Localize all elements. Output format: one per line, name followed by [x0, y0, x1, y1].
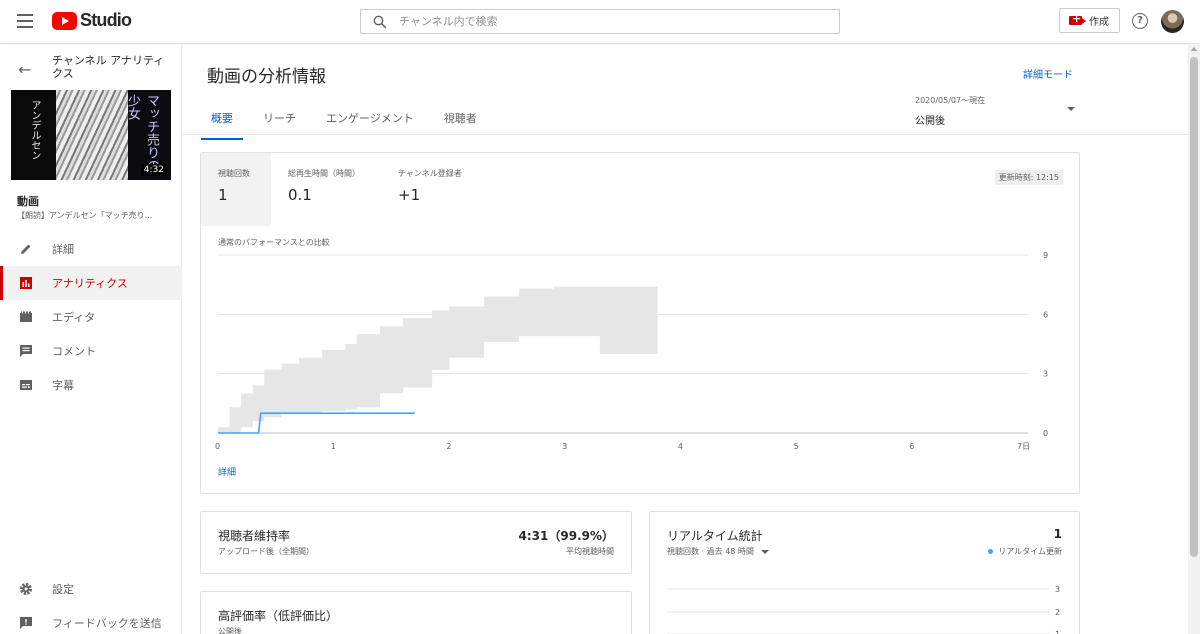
x-tick-label: 1 [331, 442, 336, 451]
sidebar-item-label: コメント [52, 345, 96, 358]
caret-down-icon [1067, 107, 1075, 111]
feedback-icon [19, 616, 33, 630]
sidebar-item-feedback[interactable]: フィードバックを送信 [0, 606, 182, 634]
sidebar-item-label: 詳細 [52, 243, 74, 256]
x-tick-label: 5 [794, 442, 799, 451]
sidebar-item-label: アナリティクス [52, 277, 128, 290]
youtube-play-icon [52, 11, 77, 30]
tab-reach[interactable]: リーチ [253, 107, 306, 140]
realtime-card: リアルタイム統計 視聴回数 · 過去 48 時間 1 リアルタイム更新 3 2 … [649, 511, 1080, 634]
retention-card[interactable]: 視聴者維持率 アップロード後（全期間） 4:31（99.9%） 平均視聴時間 [200, 511, 632, 574]
y-tick-label: 1 [1055, 630, 1060, 634]
sidebar-item-label: 字幕 [52, 379, 74, 392]
y-tick-label: 3 [1043, 370, 1048, 379]
x-tick-label: 4 [678, 442, 683, 451]
likes-subtitle: 公開後 [218, 627, 242, 634]
scroll-up-icon[interactable] [1191, 47, 1197, 51]
video-thumbnail[interactable]: アンデルセン マッチ売りの少女 4:32 [11, 90, 171, 180]
typical-performance-band [218, 286, 658, 433]
video-label: 動画 [17, 195, 39, 208]
sidebar-item-subtitles[interactable]: 字幕 [0, 368, 182, 402]
sidebar-item-settings[interactable]: 設定 [0, 572, 182, 606]
sidebar-title: チャンネル アナリティクス [52, 54, 165, 80]
tab-overview[interactable]: 概要 [201, 107, 243, 140]
page-title: 動画の分析情報 [207, 67, 326, 87]
x-tick-label: 0 [215, 442, 220, 451]
retention-value: 4:31（99.9%） [518, 529, 614, 543]
back-arrow-icon[interactable]: ← [18, 60, 31, 79]
search-box[interactable] [360, 9, 840, 34]
x-tick-label: 6 [909, 442, 914, 451]
retention-subtitle: アップロード後（全期間） [218, 547, 314, 556]
date-range-label: 公開後 [915, 116, 945, 127]
thumbnail-left-text: アンデルセン [11, 90, 56, 180]
date-range-selector[interactable]: 2020/05/07〜現在 公開後 [915, 95, 1075, 127]
top-bar: Studio 作成 ? [0, 0, 1200, 44]
studio-logo[interactable]: Studio [52, 10, 132, 31]
performance-chart: 0 3 6 9 0 1 2 3 4 5 6 7日 [215, 251, 1048, 451]
subtitles-icon [19, 378, 33, 392]
sidebar-item-label: エディタ [52, 311, 96, 324]
sidebar-item-analytics[interactable]: アナリティクス [0, 266, 182, 300]
scroll-thumb[interactable] [1190, 57, 1198, 557]
chart-details-link[interactable]: 詳細 [218, 465, 236, 478]
sidebar-item-label: 設定 [52, 583, 74, 596]
detail-mode-link[interactable]: 詳細モード [1023, 66, 1073, 81]
pencil-icon [19, 242, 33, 256]
likes-title: 高評価率（低評価比） [218, 609, 339, 623]
realtime-mini-chart: 3 2 1 [667, 585, 1060, 634]
x-tick-label: 2 [446, 442, 451, 451]
y-tick-label: 2 [1055, 608, 1060, 617]
create-button[interactable]: 作成 [1059, 8, 1120, 33]
sidebar-item-label: フィードバックを送信 [52, 617, 162, 630]
video-duration: 4:32 [140, 164, 167, 176]
create-label: 作成 [1089, 17, 1109, 28]
film-icon [19, 310, 33, 324]
x-tick-label: 7日 [1017, 442, 1030, 451]
page-scrollbar[interactable] [1188, 45, 1200, 634]
logo-text: Studio [80, 10, 132, 30]
y-tick-label: 0 [1043, 429, 1048, 438]
overview-card: 視聴回数 1 総再生時間（時間） 0.1 チャンネル登録者 +1 更新時刻: 1… [200, 152, 1080, 494]
search-input[interactable] [399, 15, 819, 28]
main-content: 動画の分析情報 詳細モード 概要 リーチ エンゲージメント 視聴者 2020/0… [183, 45, 1188, 634]
video-title: 【朗読】アンデルセン「マッチ売り... [17, 211, 153, 220]
date-range-text: 2020/05/07〜現在 [915, 96, 986, 105]
tab-engagement[interactable]: エンゲージメント [316, 107, 424, 140]
tabs-divider [183, 134, 1188, 135]
analytics-icon [19, 276, 33, 290]
search-icon [373, 15, 387, 28]
comment-icon [19, 344, 33, 358]
help-icon[interactable]: ? [1132, 13, 1148, 29]
sidebar-item-comments[interactable]: コメント [0, 334, 182, 368]
y-tick-label: 9 [1043, 251, 1048, 260]
y-tick-label: 3 [1055, 585, 1060, 594]
sidebar-item-details[interactable]: 詳細 [0, 232, 182, 266]
sidebar: ← チャンネル アナリティクス アンデルセン マッチ売りの少女 4:32 動画 … [0, 45, 182, 634]
x-tick-label: 3 [562, 442, 567, 451]
likes-card[interactable]: 高評価率（低評価比） 公開後 [200, 591, 632, 634]
sidebar-item-editor[interactable]: エディタ [0, 300, 182, 334]
thumbnail-illustration [56, 90, 128, 180]
tab-audience[interactable]: 視聴者 [434, 107, 487, 140]
y-tick-label: 6 [1043, 310, 1048, 319]
tab-bar: 概要 リーチ エンゲージメント 視聴者 [201, 107, 497, 140]
retention-title: 視聴者維持率 [218, 529, 291, 543]
gear-icon [19, 582, 33, 596]
create-video-icon [1069, 12, 1086, 25]
retention-value-label: 平均視聴時間 [566, 547, 614, 556]
menu-icon[interactable] [17, 14, 33, 28]
avatar[interactable] [1161, 10, 1184, 33]
